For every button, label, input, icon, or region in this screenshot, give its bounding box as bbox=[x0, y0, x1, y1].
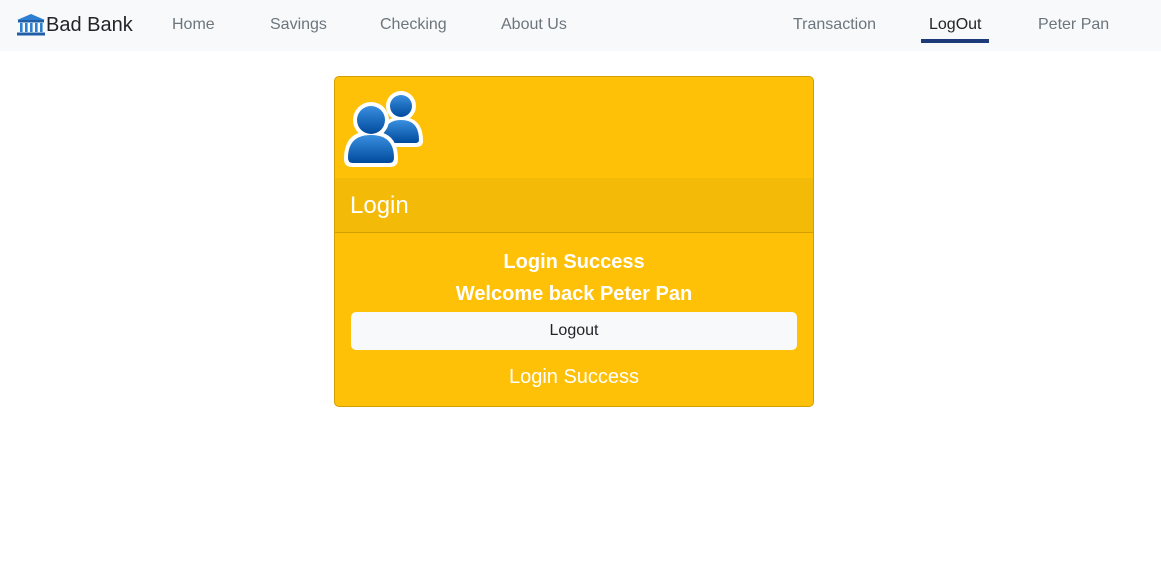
nav-about-us[interactable]: About Us bbox=[501, 15, 567, 35]
nav-user-profile[interactable]: Peter Pan bbox=[1038, 15, 1109, 35]
users-icon bbox=[344, 91, 423, 167]
brand-link[interactable]: Bad Bank bbox=[16, 10, 133, 40]
nav-checking[interactable]: Checking bbox=[380, 15, 447, 35]
bank-icon bbox=[17, 14, 45, 36]
logout-button[interactable]: Logout bbox=[351, 312, 797, 350]
card-header: Login bbox=[335, 178, 813, 233]
nav-transaction[interactable]: Transaction bbox=[793, 15, 876, 35]
nav-home[interactable]: Home bbox=[172, 15, 215, 35]
welcome-message: Welcome back Peter Pan bbox=[455, 283, 693, 305]
card-title: Login bbox=[350, 192, 409, 219]
footer-status: Login Success bbox=[508, 366, 640, 388]
login-card: Login Login Success Welcome back Peter P… bbox=[334, 76, 814, 407]
brand-text: Bad Bank bbox=[46, 14, 133, 36]
navbar: Bad Bank Home Savings Checking About Us … bbox=[0, 0, 1161, 51]
active-nav-indicator bbox=[921, 39, 989, 43]
status-title: Login Success bbox=[503, 251, 645, 273]
nav-logout[interactable]: LogOut bbox=[929, 15, 981, 35]
nav-savings[interactable]: Savings bbox=[270, 15, 327, 35]
